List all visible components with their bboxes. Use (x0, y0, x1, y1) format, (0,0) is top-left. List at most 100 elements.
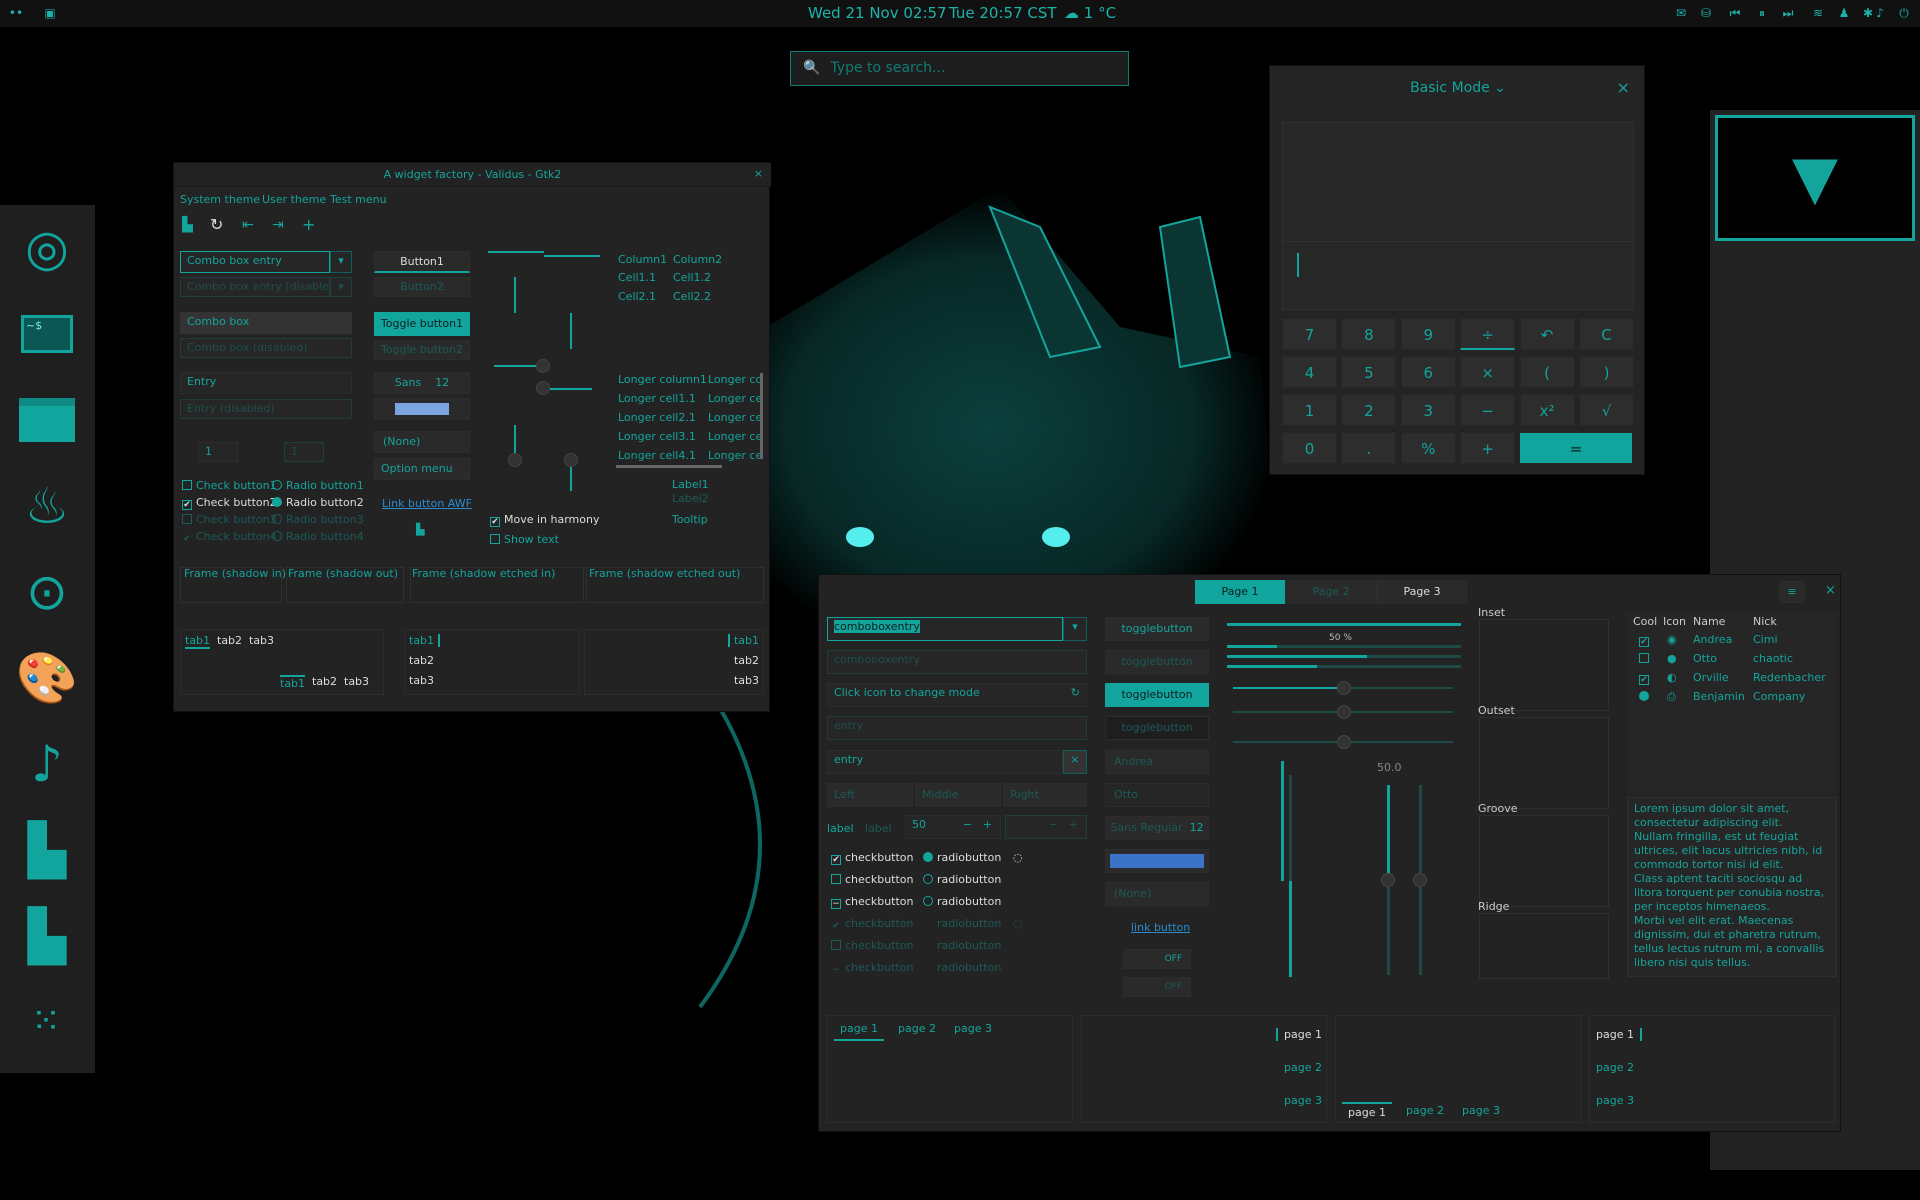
link-button[interactable]: Link button AWF (382, 497, 472, 510)
factory-tool-icon[interactable]: ▙ (182, 217, 193, 233)
spin-button[interactable]: 50− + (905, 815, 1001, 839)
next-icon[interactable]: ⏭ (1780, 6, 1796, 20)
genie-lamp-icon[interactable]: ♨ (14, 473, 80, 539)
page-1-tab[interactable]: page 1 (1596, 1028, 1642, 1041)
calc-key[interactable]: ÷ (1460, 318, 1516, 350)
clear-icon[interactable]: × (1063, 750, 1087, 774)
calc-key[interactable]: 5 (1341, 356, 1397, 388)
page-1-tab[interactable]: page 1 (834, 1022, 884, 1041)
checkbutton[interactable]: checkbutton (831, 873, 914, 886)
hamburger-menu-icon[interactable]: ≡ (1779, 581, 1805, 603)
files-icon[interactable] (14, 387, 80, 453)
page-3-tab[interactable]: page 3 (1284, 1094, 1322, 1107)
radio-button-2[interactable]: Radio button2 (272, 496, 364, 509)
column-header[interactable]: Column2 (673, 253, 722, 266)
check-button-1[interactable]: Check button1 (182, 479, 277, 492)
table-cell[interactable]: Longer cell3.1 (618, 430, 696, 443)
calc-key[interactable]: 8 (1341, 318, 1397, 350)
tab-2[interactable]: tab2 (409, 654, 434, 667)
table-cell[interactable]: Longer cell4.1 (618, 449, 696, 462)
column-header-icon[interactable]: Icon (1663, 615, 1686, 628)
scale-vertical[interactable] (514, 425, 516, 453)
calc-key[interactable]: x² (1519, 394, 1575, 426)
column-header-nick[interactable]: Nick (1753, 615, 1777, 628)
scale-knob[interactable] (1337, 681, 1351, 695)
tab-3[interactable]: tab3 (734, 674, 759, 687)
pause-icon[interactable]: ⏸ (1754, 6, 1770, 20)
radio-button-1[interactable]: Radio button1 (272, 479, 364, 492)
font-button[interactable]: Sans 12 (374, 372, 470, 394)
tab-1[interactable]: tab1 (185, 634, 211, 649)
factory2-icon[interactable]: ▙ (14, 903, 80, 969)
volume-icon[interactable]: ♪ (1872, 6, 1888, 20)
refresh-icon[interactable]: ↻ (1071, 686, 1080, 699)
page-2-tab[interactable]: page 2 (898, 1022, 936, 1035)
combo-box-entry[interactable]: comboboxentry (827, 617, 1063, 641)
page-2-tab[interactable]: page 2 (1406, 1104, 1444, 1117)
scale-horizontal[interactable] (494, 365, 536, 367)
chevron-down-icon[interactable]: ▾ (1063, 617, 1087, 641)
radiobutton[interactable]: radiobutton (923, 873, 1001, 886)
show-text-check[interactable]: Show text (490, 533, 559, 546)
checkbutton-checked[interactable]: ✔ checkbutton (831, 851, 914, 865)
close-button[interactable]: × (1617, 78, 1630, 97)
menu-user-theme[interactable]: User theme (262, 193, 326, 206)
option-menu[interactable]: Option menu (374, 458, 470, 480)
calc-key[interactable]: % (1400, 432, 1456, 464)
add-icon[interactable]: + (302, 215, 315, 234)
calc-key[interactable]: + (1460, 432, 1516, 464)
terminal-icon[interactable]: ~$ (14, 301, 80, 367)
factory-icon[interactable]: ▙ (14, 817, 80, 883)
move-in-harmony-check[interactable]: ✔ Move in harmony (490, 513, 600, 527)
calc-key[interactable]: 2 (1341, 394, 1397, 426)
table-cell[interactable]: Longer ce (708, 411, 762, 424)
window-list-icon[interactable]: ▣ (42, 6, 58, 20)
previous-icon[interactable]: ⏮ (1727, 6, 1743, 20)
tab-3[interactable]: tab3 (344, 675, 369, 688)
calc-key[interactable]: 9 (1400, 318, 1456, 350)
combo-box-entry[interactable]: Combo box entry (180, 251, 330, 273)
tab-page-3[interactable]: Page 3 (1377, 580, 1467, 604)
scale-knob-3[interactable] (508, 453, 522, 467)
menu-test[interactable]: Test menu (330, 193, 387, 206)
refresh-icon[interactable]: ↻ (210, 215, 223, 234)
column-header[interactable]: Column1 (618, 253, 667, 266)
column-header[interactable]: Longer column1 (618, 373, 707, 386)
tooltip-label[interactable]: Tooltip (672, 513, 708, 526)
button-1[interactable]: Button1 (374, 251, 470, 273)
table-cell[interactable]: Cell2.2 (673, 290, 711, 303)
color-button[interactable] (1105, 849, 1209, 873)
toggle-button-1[interactable]: Toggle button1 (374, 312, 470, 336)
table-cell[interactable]: Cell1.2 (673, 271, 711, 284)
apps-grid-icon[interactable]: ⁙ (14, 989, 80, 1055)
tab-1[interactable]: tab1 (727, 634, 759, 647)
table-cell[interactable]: Longer cell1.1 (618, 392, 696, 405)
scale-knob-4[interactable] (564, 453, 578, 467)
page-3-tab[interactable]: page 3 (954, 1022, 992, 1035)
tab-page-1[interactable]: Page 1 (1195, 580, 1285, 604)
vertical-scale[interactable] (1281, 761, 1284, 881)
tab-1[interactable]: tab1 (409, 634, 441, 647)
table-cell[interactable]: Cell2.1 (618, 290, 656, 303)
activities-icon[interactable]: •• (8, 6, 24, 20)
scale-vertical-2[interactable] (570, 467, 572, 491)
page-1-tab[interactable]: page 1 (1342, 1102, 1392, 1121)
file-chooser-button[interactable]: (None) (374, 431, 470, 453)
wifi-icon[interactable]: ≋ (1810, 6, 1826, 20)
switch-off[interactable]: OFF (1123, 949, 1191, 969)
tab-3[interactable]: tab3 (409, 674, 434, 687)
calc-key[interactable]: 0 (1282, 432, 1337, 464)
column-header[interactable]: Longer co (708, 373, 762, 386)
page-2-tab[interactable]: page 2 (1596, 1061, 1634, 1074)
segment-left[interactable]: Left (827, 783, 913, 807)
page-3-tab[interactable]: page 3 (1596, 1094, 1634, 1107)
scale[interactable] (1233, 687, 1343, 689)
titlebar[interactable]: A widget factory - Validus - Gtk2 × (174, 163, 771, 187)
text-view[interactable]: Lorem ipsum dolor sit amet, consectetur … (1627, 797, 1837, 977)
horizontal-scrollbar[interactable] (616, 465, 722, 468)
tab-1[interactable]: tab1 (280, 675, 306, 690)
calc-key[interactable]: 1 (1282, 394, 1337, 426)
mail-icon[interactable]: ✉ (1673, 6, 1689, 20)
search-input[interactable]: 🔍 Type to search... (790, 51, 1129, 86)
page-2-tab[interactable]: page 2 (1284, 1061, 1322, 1074)
